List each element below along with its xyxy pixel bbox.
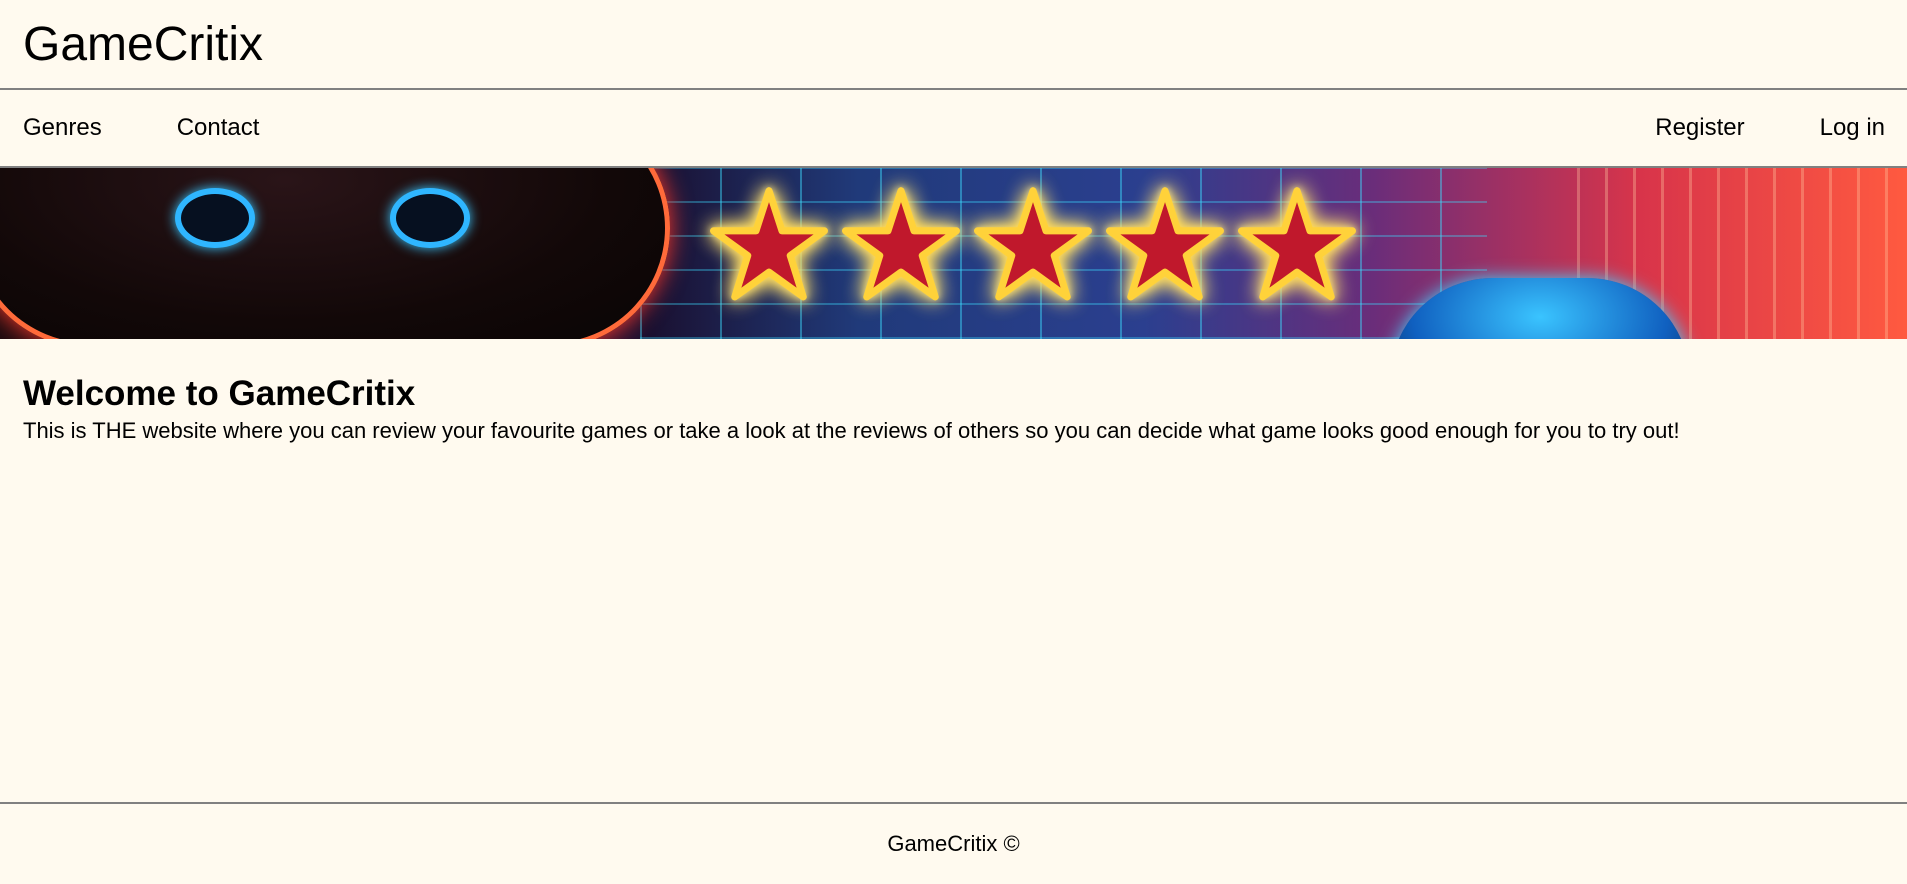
nav-link-contact[interactable]: Contact (177, 114, 260, 142)
site-title: GameCritix (23, 17, 264, 71)
welcome-heading: Welcome to GameCritix (23, 374, 416, 413)
nav-link-register[interactable]: Register (1655, 114, 1744, 142)
site-footer: GameCritix © (0, 802, 1907, 884)
nav-link-login[interactable]: Log in (1820, 114, 1885, 142)
main-nav: Genres Contact Register Log in (0, 90, 1907, 168)
welcome-text: This is THE website where you can review… (23, 417, 1680, 443)
gamepad-icon (0, 168, 670, 339)
star-icon (1238, 187, 1356, 301)
footer-text: GameCritix © (887, 831, 1020, 856)
rating-stars (710, 186, 1356, 304)
star-icon (974, 187, 1092, 301)
hero-banner-image (0, 168, 1907, 339)
nav-link-genres[interactable]: Genres (23, 114, 102, 142)
main-content: Welcome to GameCritix This is THE websit… (0, 339, 1907, 444)
gamepad-stick-icon (390, 188, 470, 248)
nav-right: Register Log in (1655, 114, 1885, 142)
star-icon (710, 187, 828, 301)
nav-left: Genres Contact (23, 114, 259, 142)
star-icon (842, 187, 960, 301)
gamepad-stick-icon (175, 188, 255, 248)
site-header: GameCritix (0, 0, 1907, 90)
star-icon (1106, 187, 1224, 301)
